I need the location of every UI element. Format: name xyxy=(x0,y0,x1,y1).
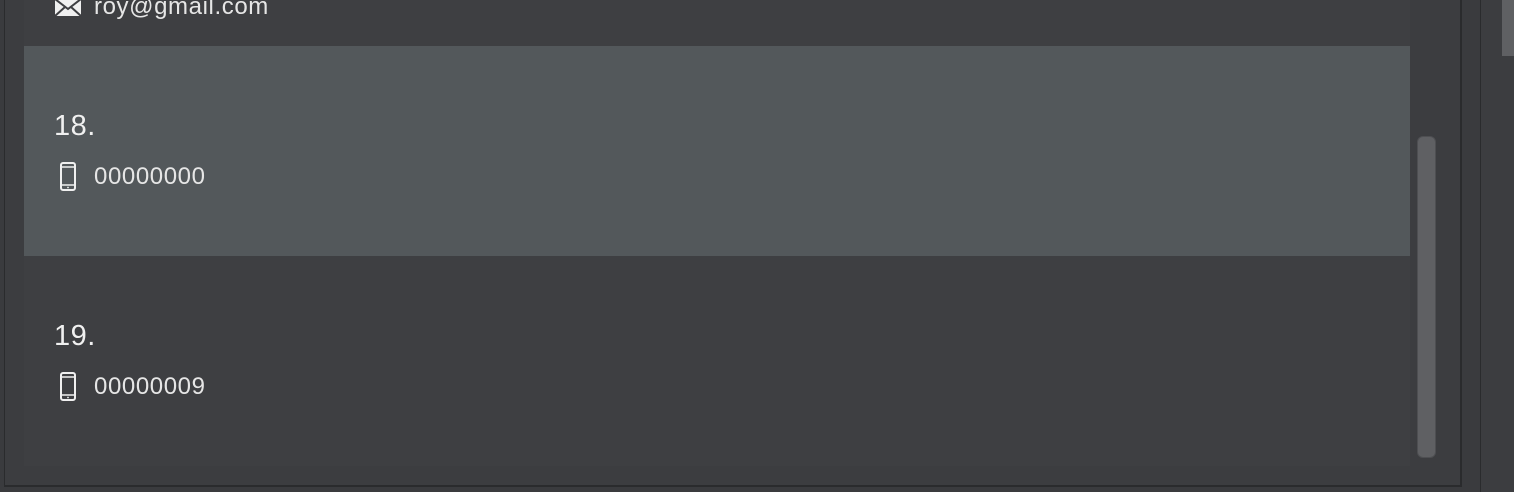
person-card[interactable]: roy@gmail.com xyxy=(24,0,1410,46)
phone-text: 00000009 xyxy=(94,373,206,400)
person-card-selected[interactable]: 18. 00000000 xyxy=(24,46,1410,256)
email-text: roy@gmail.com xyxy=(94,0,269,20)
mobile-phone-icon xyxy=(54,162,82,192)
phone-text: 00000000 xyxy=(94,163,206,190)
person-list: roy@gmail.com 18. 00000000 19. 00000009 xyxy=(24,0,1410,466)
email-row: roy@gmail.com xyxy=(54,0,269,22)
side-panel-scrollbar-thumb[interactable] xyxy=(1502,0,1514,56)
side-panel xyxy=(1480,0,1514,492)
envelope-icon xyxy=(54,0,82,22)
app-window: roy@gmail.com 18. 00000000 19. 00000009 xyxy=(0,0,1514,492)
person-index: 19. xyxy=(54,320,96,352)
mobile-phone-icon xyxy=(54,372,82,402)
phone-row: 00000000 xyxy=(54,162,206,192)
person-index: 18. xyxy=(54,110,96,142)
phone-row: 00000009 xyxy=(54,372,206,402)
list-scrollbar-thumb[interactable] xyxy=(1417,136,1436,458)
person-card[interactable]: 19. 00000009 xyxy=(24,256,1410,466)
